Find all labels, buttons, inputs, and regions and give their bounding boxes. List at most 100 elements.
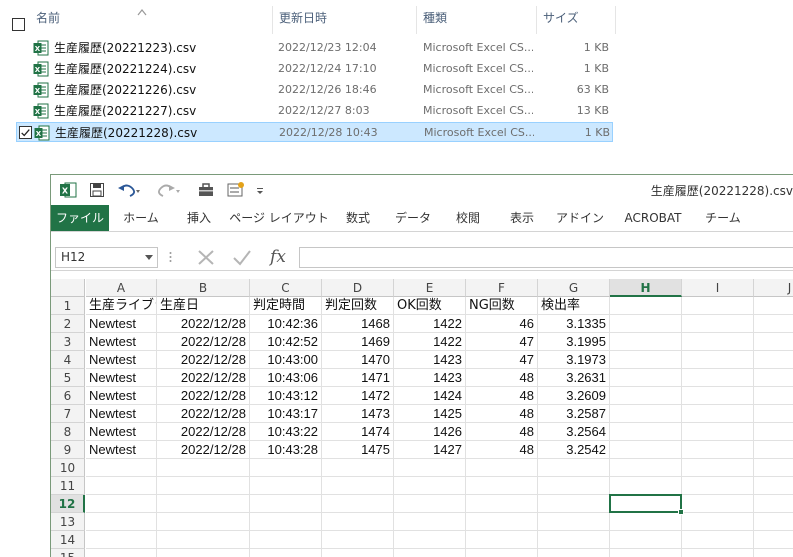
ribbon-tab[interactable]: データ [387,205,439,231]
cell[interactable] [754,423,793,441]
cell[interactable]: 1469 [322,333,394,351]
fill-handle[interactable] [678,509,684,515]
row-header[interactable]: 3 [51,333,85,351]
cell[interactable]: 3.2564 [538,423,610,441]
cell[interactable] [157,459,250,477]
cell[interactable]: 3.2542 [538,441,610,459]
cell[interactable] [610,369,682,387]
ribbon-tab[interactable]: アドイン [551,205,609,231]
cell[interactable] [157,549,250,557]
cell[interactable] [682,333,754,351]
cell[interactable] [394,513,466,531]
cell[interactable] [322,549,394,557]
cell[interactable] [754,369,793,387]
cell[interactable] [682,549,754,557]
cell[interactable]: 3.1995 [538,333,610,351]
cell[interactable] [250,531,322,549]
cell[interactable]: 生産ライブラリ [86,297,157,315]
ribbon-tab[interactable]: 校閲 [443,205,493,231]
formula-input[interactable] [299,247,793,268]
name-box-dropdown-icon[interactable] [145,255,153,260]
cell[interactable]: 46 [466,315,538,333]
cell[interactable] [157,531,250,549]
cell[interactable]: 1471 [322,369,394,387]
cell[interactable] [250,549,322,557]
ribbon-tab[interactable]: ページ レイアウト [229,205,329,231]
ribbon-tab[interactable]: チーム [697,205,749,231]
save-icon[interactable] [89,181,105,199]
cell[interactable] [610,513,682,531]
cell[interactable] [610,459,682,477]
cell[interactable] [754,513,793,531]
cell[interactable]: 2022/12/28 [157,387,250,405]
cell[interactable] [322,531,394,549]
cell[interactable] [538,459,610,477]
cell[interactable]: Newtest [86,387,157,405]
cell[interactable] [466,459,538,477]
cell[interactable] [86,495,157,513]
cell[interactable]: 47 [466,351,538,369]
cell[interactable]: Newtest [86,441,157,459]
cell[interactable] [610,387,682,405]
column-header-type[interactable]: 種類 [417,6,535,30]
cell[interactable] [86,477,157,495]
column-header[interactable]: J [754,279,793,297]
cell[interactable] [754,441,793,459]
cell[interactable]: NG回数 [466,297,538,315]
cell[interactable]: 2022/12/28 [157,333,250,351]
row-header[interactable]: 11 [51,477,85,495]
cell[interactable] [322,477,394,495]
name-box[interactable]: H12 [55,247,158,268]
cell[interactable]: 2022/12/28 [157,405,250,423]
cell[interactable] [157,513,250,531]
form-icon[interactable] [226,181,246,199]
cell[interactable] [682,387,754,405]
cell[interactable] [754,387,793,405]
cell[interactable]: 判定回数 [322,297,394,315]
cell[interactable] [466,513,538,531]
cell[interactable] [610,351,682,369]
ribbon-tab[interactable]: ホーム [113,205,169,231]
cell[interactable] [610,405,682,423]
ribbon-tab[interactable]: ACROBAT [613,205,693,231]
cell[interactable] [754,315,793,333]
cell[interactable] [682,531,754,549]
cell[interactable] [466,531,538,549]
cell[interactable]: 1422 [394,315,466,333]
cell[interactable] [682,297,754,315]
cell[interactable] [538,513,610,531]
cell[interactable]: Newtest [86,351,157,369]
cell[interactable] [250,495,322,513]
cell[interactable]: 1472 [322,387,394,405]
cell[interactable] [610,531,682,549]
cell[interactable] [538,477,610,495]
cell[interactable]: 1422 [394,333,466,351]
ribbon-tab[interactable]: 数式 [333,205,383,231]
select-all-checkbox[interactable] [12,18,25,31]
cell[interactable] [682,513,754,531]
row-header[interactable]: 5 [51,369,85,387]
cell[interactable] [610,477,682,495]
cell[interactable] [682,459,754,477]
cell[interactable]: 47 [466,333,538,351]
cell[interactable] [682,423,754,441]
cell[interactable] [754,333,793,351]
cell[interactable]: 1423 [394,369,466,387]
file-row[interactable]: X 生産履歴(20221228).csv 2022/12/28 10:43 Micro… [16,122,613,142]
cell[interactable] [682,495,754,513]
cell[interactable] [86,531,157,549]
cell[interactable]: 1473 [322,405,394,423]
cell[interactable] [322,495,394,513]
cell[interactable]: 1425 [394,405,466,423]
cell[interactable]: 48 [466,423,538,441]
row-header[interactable]: 8 [51,423,85,441]
cell[interactable]: 1475 [322,441,394,459]
row-header[interactable]: 13 [51,513,85,531]
cell[interactable] [682,351,754,369]
cell[interactable]: Newtest [86,333,157,351]
cell[interactable]: 10:43:17 [250,405,322,423]
cell[interactable] [754,351,793,369]
ribbon-tab[interactable]: 表示 [497,205,547,231]
row-header[interactable]: 10 [51,459,85,477]
file-checkbox-checked[interactable] [19,126,32,139]
